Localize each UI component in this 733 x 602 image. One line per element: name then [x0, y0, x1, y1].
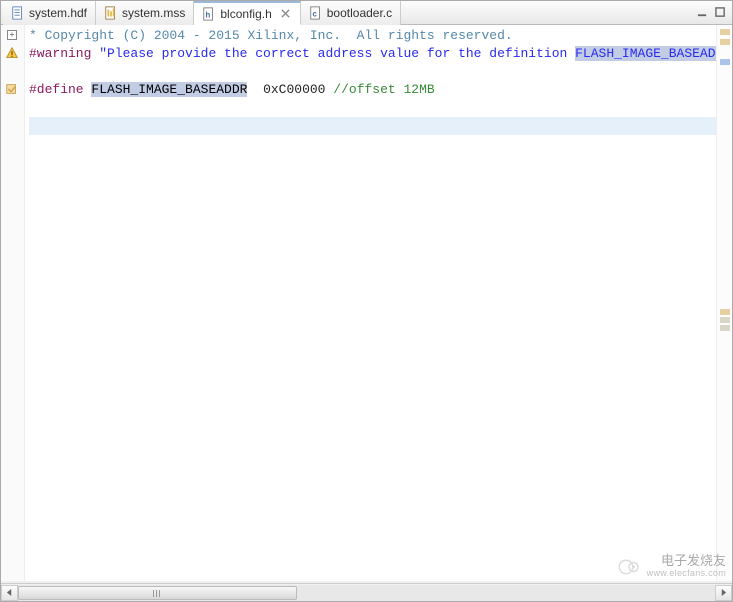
tab-label: bootloader.c: [327, 6, 392, 20]
svg-text:h: h: [206, 10, 211, 19]
close-icon[interactable]: [280, 8, 292, 20]
file-h-icon: h: [202, 7, 216, 21]
code-editor[interactable]: * Copyright (C) 2004 - 2015 Xilinx, Inc.…: [25, 25, 716, 581]
tab-label: blconfig.h: [220, 7, 271, 21]
horizontal-scrollbar: [1, 583, 732, 601]
ruler-mark-warning[interactable]: [720, 29, 730, 35]
editor-area: + * Copyright (C) 2004 - 2015 Xilinx, In…: [1, 25, 732, 581]
tab-blconfig-h[interactable]: h blconfig.h: [194, 1, 300, 25]
scroll-track[interactable]: [18, 585, 715, 601]
marker-icon[interactable]: [4, 81, 20, 97]
expand-icon[interactable]: +: [4, 27, 20, 43]
tab-label: system.mss: [122, 6, 185, 20]
tab-bootloader-c[interactable]: c bootloader.c: [301, 1, 401, 25]
minimize-button[interactable]: [694, 5, 710, 21]
file-mss-icon: [104, 6, 118, 20]
maximize-button[interactable]: [712, 5, 728, 21]
editor-tab-bar: system.hdf system.mss h blconfig.h c boo…: [1, 1, 732, 25]
editor-gutter: +: [1, 25, 25, 581]
code-line-warning: #warning "Please provide the correct add…: [29, 45, 716, 63]
code-line-define: #define FLASH_IMAGE_BASEADDR 0xC00000 //…: [29, 81, 716, 99]
svg-text:c: c: [312, 9, 317, 18]
scroll-right-button[interactable]: [715, 585, 732, 601]
code-line-blank: [29, 63, 716, 81]
warning-icon[interactable]: [4, 45, 20, 61]
file-hdf-icon: [11, 6, 25, 20]
tab-system-mss[interactable]: system.mss: [96, 1, 194, 25]
ruler-mark-occurrence[interactable]: [720, 317, 730, 323]
toolbar-right: [694, 5, 732, 21]
tab-system-hdf[interactable]: system.hdf: [3, 1, 96, 25]
scroll-thumb[interactable]: [18, 586, 297, 600]
code-line-comment: * Copyright (C) 2004 - 2015 Xilinx, Inc.…: [29, 27, 716, 45]
ruler-mark-occurrence[interactable]: [720, 325, 730, 331]
scroll-left-button[interactable]: [1, 585, 18, 601]
overview-ruler[interactable]: [716, 25, 732, 581]
code-current-line: [29, 117, 716, 135]
ruler-mark-warning[interactable]: [720, 39, 730, 45]
code-line-blank: [29, 99, 716, 117]
file-c-icon: c: [309, 6, 323, 20]
tab-label: system.hdf: [29, 6, 87, 20]
ruler-mark-info[interactable]: [720, 59, 730, 65]
ruler-mark-warning[interactable]: [720, 309, 730, 315]
